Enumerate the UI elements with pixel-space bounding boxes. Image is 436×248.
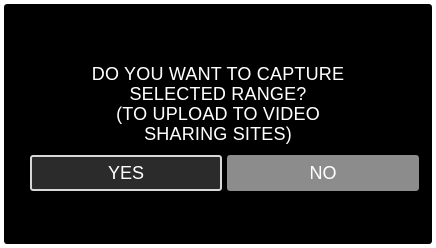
camera-lcd-screen: DO YOU WANT TO CAPTURE SELECTED RANGE? (… (4, 4, 432, 244)
no-button[interactable]: NO (227, 155, 419, 191)
dialog-message-line-1: DO YOU WANT TO CAPTURE (91, 64, 345, 84)
yes-button[interactable]: YES (30, 155, 222, 191)
dialog-message-line-2: SELECTED RANGE? (129, 84, 307, 104)
dialog-message: DO YOU WANT TO CAPTURE SELECTED RANGE? (… (4, 64, 432, 144)
dialog-message-line-3: (TO UPLOAD TO VIDEO (116, 104, 320, 124)
yes-button-label: YES (107, 162, 145, 183)
dialog-message-line-4: SHARING SITES) (144, 124, 292, 144)
no-button-label: NO (309, 162, 337, 183)
